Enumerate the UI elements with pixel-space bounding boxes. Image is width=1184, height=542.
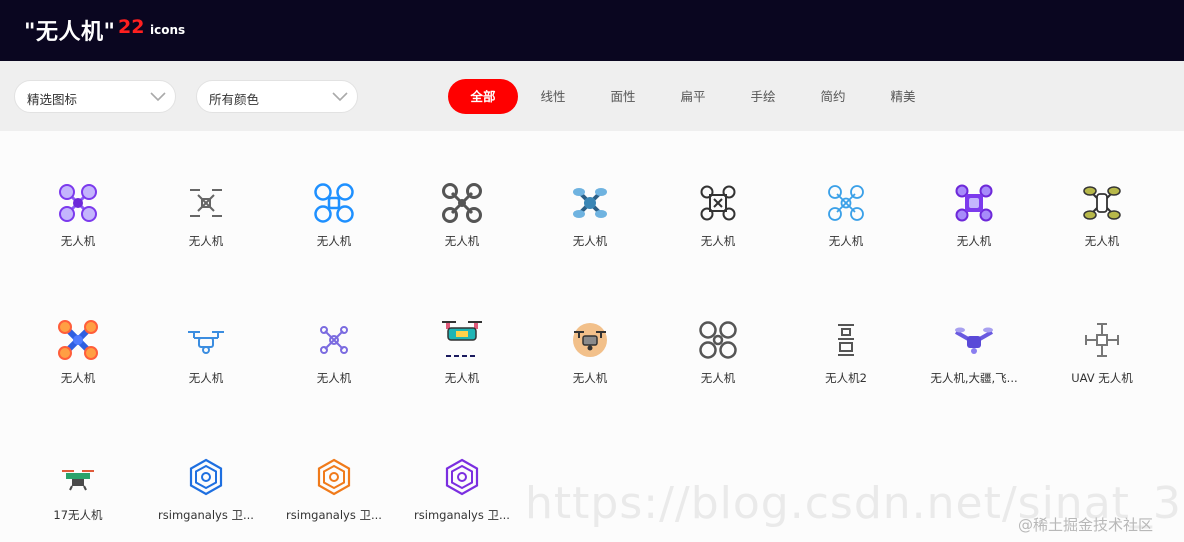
icon-card[interactable]: UAV 无人机 [1038,320,1166,430]
drone-icon [1085,323,1119,357]
icon-name: 无人机 [700,371,736,385]
color-select-label: 所有颜色 [209,92,260,107]
icon-name: 无人机 [1084,234,1120,248]
search-term: "无人机" [24,20,116,45]
drone-icon [838,324,854,356]
drone-icon [314,183,354,223]
icon-name: 17无人机 [53,508,103,522]
icon-card[interactable]: 无人机 [142,183,270,293]
icon-card[interactable]: 无人机 [270,320,398,430]
icon-name: 无人机 [572,371,608,385]
icon-name: rsimganalys 卫... [286,508,382,522]
icon-name: 无人机 [316,371,352,385]
style-select-label: 精选图标 [27,92,78,107]
drone-icon [188,331,224,354]
icon-name: 无人机 [700,234,736,248]
icon-name: 无人机,大疆,飞... [930,371,1018,385]
drone-icon [320,326,348,354]
tab-line[interactable]: 线性 [528,79,578,114]
chevron-down-icon [332,92,348,102]
result-count: 22 [118,16,145,38]
icon-card[interactable]: 无人机 [270,183,398,293]
icon-card[interactable]: 无人机 [1038,183,1166,293]
icon-name: 无人机 [828,234,864,248]
drone-icon [1083,186,1121,220]
icon-card[interactable]: 无人机 [654,320,782,430]
result-unit: icons [150,23,186,37]
icon-card[interactable]: rsimganalys 卫... [142,457,270,542]
icon-card[interactable]: 无人机 [398,183,526,293]
icon-name: 无人机 [444,371,480,385]
watermark-credit: @稀土掘金技术社区 [1018,516,1154,534]
tab-fill[interactable]: 面性 [598,79,648,114]
icon-name: 无人机 [188,234,224,248]
tab-flat[interactable]: 扁平 [668,79,718,114]
drone-icon [59,184,97,222]
icon-name: UAV 无人机 [1071,371,1133,385]
drone-icon [58,320,98,360]
icon-name: 无人机 [60,234,96,248]
satellite-icon [189,458,223,496]
drone-icon [955,184,993,222]
satellite-icon [445,458,479,496]
style-select[interactable]: 精选图标 [14,80,176,113]
tab-handdrawn[interactable]: 手绘 [738,79,788,114]
drone-icon [828,185,864,221]
icon-card[interactable]: 无人机 [14,183,142,293]
icon-card[interactable]: 无人机 [398,320,526,430]
icon-name: 无人机 [316,234,352,248]
icon-card[interactable]: 无人机 [782,183,910,293]
drone-icon [442,183,482,223]
icon-name: 无人机 [956,234,992,248]
tab-all[interactable]: 全部 [448,79,518,114]
drone-icon [955,327,993,354]
color-select[interactable]: 所有颜色 [196,80,358,113]
drone-icon [573,188,607,218]
icon-card[interactable]: 无人机,大疆,飞... [910,320,1038,430]
drone-icon [442,321,482,357]
chevron-down-icon [150,92,166,102]
icon-card[interactable]: 无人机 [526,320,654,430]
drone-icon [700,185,736,221]
icon-card[interactable]: 无人机 [14,320,142,430]
icon-name: 无人机 [444,234,480,248]
filter-bar: 精选图标 所有颜色 全部 线性 面性 扁平 手绘 简约 精美 [0,61,1184,131]
drone-icon [573,323,607,357]
icon-card[interactable]: 无人机 [526,183,654,293]
icon-card[interactable]: rsimganalys 卫... [270,457,398,542]
icon-card[interactable]: rsimganalys 卫... [398,457,526,542]
tab-refined[interactable]: 精美 [878,79,928,114]
icon-name: rsimganalys 卫... [414,508,510,522]
tab-simple[interactable]: 简约 [808,79,858,114]
icon-name: 无人机 [572,234,608,248]
satellite-icon [317,458,351,496]
icon-card[interactable]: 无人机2 [782,320,910,430]
search-header: "无人机" 22 icons [0,0,1184,61]
icon-name: 无人机2 [825,371,867,385]
drone-icon [62,470,94,491]
icon-name: 无人机 [188,371,224,385]
icon-card[interactable]: 无人机 [142,320,270,430]
icon-card[interactable]: 无人机 [654,183,782,293]
icon-card[interactable]: 17无人机 [14,457,142,542]
drone-icon [190,189,222,217]
drone-icon [699,321,737,359]
icon-card[interactable]: 无人机 [910,183,1038,293]
icon-name: rsimganalys 卫... [158,508,254,522]
icon-name: 无人机 [60,371,96,385]
